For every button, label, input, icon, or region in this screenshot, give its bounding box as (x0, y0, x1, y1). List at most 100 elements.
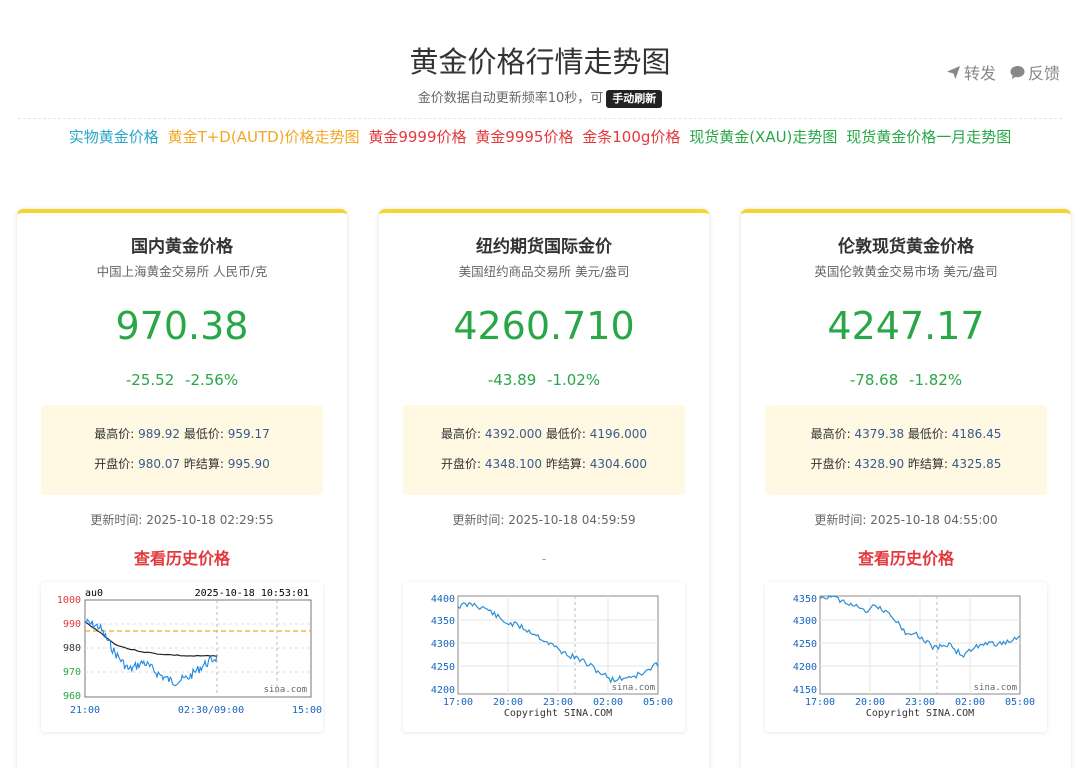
y-tick: 4400 (431, 594, 455, 605)
chart-copyright: Copyright SINA.COM (866, 708, 974, 719)
open-label: 开盘价: (94, 457, 135, 471)
nav-links: 实物黄金价格 黄金T+D(AUTD)价格走势图 黄金9999价格 黄金9995价… (0, 125, 1080, 149)
update-frequency-text: 金价数据自动更新频率10秒，可 (417, 91, 604, 106)
open-label: 开盘价: (440, 457, 481, 471)
update-time-label: 更新时间: (814, 513, 871, 527)
feedback-button[interactable]: 反馈 (1010, 60, 1060, 84)
update-time-value: 2025-10-18 04:59:59 (508, 513, 636, 527)
nav-link-physical-gold[interactable]: 实物黄金价格 (69, 128, 159, 146)
x-tick: 20:00 (493, 697, 523, 708)
update-time-value: 2025-10-18 02:29:55 (146, 513, 274, 527)
nav-link-gold-9999[interactable]: 黄金9999价格 (368, 128, 466, 146)
low-value: 4186.45 (951, 427, 1002, 441)
y-tick: 4200 (431, 685, 455, 696)
chart-watermark: sina.com (974, 683, 1017, 693)
y-tick: 4350 (431, 616, 455, 627)
nav-link-xau-chart[interactable]: 现货黄金(XAU)走势图 (689, 128, 837, 146)
y-tick: 990 (63, 619, 81, 630)
prev-label: 昨结算: (907, 457, 948, 471)
y-tick: 4250 (793, 639, 817, 650)
change-amount: -25.52 (125, 371, 175, 389)
page-title: 黄金价格行情走势图 (409, 45, 671, 79)
chart-watermark: sina.com (612, 683, 655, 693)
high-value: 4379.38 (854, 427, 905, 441)
nav-link-spot-gold-month[interactable]: 现货黄金价格一月走势图 (846, 128, 1011, 146)
high-value: 989.92 (138, 427, 181, 441)
y-tick: 4350 (793, 594, 817, 605)
y-tick: 4200 (793, 662, 817, 673)
intraday-chart-svg: 4400 4350 4300 4250 4200 sina.com 17:00 … (403, 582, 685, 732)
card-subtitle: 英国伦敦黄金交易市场 美元/盎司 (814, 264, 998, 279)
chart-watermark: sina.com (264, 685, 307, 695)
change-amount: -78.68 (849, 371, 899, 389)
x-tick: 05:00 (643, 697, 673, 708)
change-percent: -2.56% (185, 371, 239, 389)
topbar-actions: 转发 反馈 (946, 60, 1060, 84)
y-tick: 4250 (431, 662, 455, 673)
update-time: 更新时间: 2025-10-18 04:55:00 (741, 511, 1071, 529)
update-time-value: 2025-10-18 04:55:00 (870, 513, 998, 527)
prev-value: 4325.85 (951, 457, 1002, 471)
card-london-spot-gold: 伦敦现货黄金价格 英国伦敦黄金交易市场 美元/盎司 4247.17 -78.68… (741, 209, 1071, 769)
price-change: -43.89 -1.02% (379, 369, 709, 391)
chat-bubble-icon (1010, 65, 1025, 79)
chart-timestamp: 2025-10-18 10:53:01 (195, 588, 309, 599)
x-tick: 17:00 (805, 697, 835, 708)
share-button[interactable]: 转发 (946, 60, 996, 84)
x-tick: 21:00 (70, 705, 100, 716)
prev-value: 995.90 (227, 457, 270, 471)
high-label: 最高价: (440, 427, 481, 441)
x-tick: 05:00 (1005, 697, 1035, 708)
page-subtitle: 金价数据自动更新频率10秒，可 手动刷新 (0, 88, 1080, 110)
card-subtitle: 中国上海黄金交易所 人民币/克 (96, 264, 268, 279)
view-history-link[interactable]: 查看历史价格 (741, 548, 1071, 570)
price-stats: 最高价: 4379.38 最低价: 4186.45 开盘价: 4328.90 昨… (765, 405, 1047, 495)
low-label: 最低价: (183, 427, 224, 441)
card-domestic-gold: 国内黄金价格 中国上海黄金交易所 人民币/克 970.38 -25.52 -2.… (17, 209, 347, 769)
manual-refresh-button[interactable]: 手动刷新 (606, 90, 663, 108)
card-ny-futures-gold: 纽约期货国际金价 美国纽约商品交易所 美元/盎司 4260.710 -43.89… (379, 209, 709, 769)
current-price: 4247.17 (827, 304, 985, 348)
prev-value: 4304.600 (589, 457, 648, 471)
update-time-label: 更新时间: (452, 513, 509, 527)
y-tick: 980 (63, 643, 81, 654)
x-tick: 17:00 (443, 697, 473, 708)
low-value: 959.17 (227, 427, 270, 441)
open-value: 4328.90 (854, 457, 905, 471)
prev-label: 昨结算: (183, 457, 224, 471)
nav-link-gold-bar-100g[interactable]: 金条100g价格 (582, 128, 680, 146)
low-label: 最低价: (907, 427, 948, 441)
x-tick: 23:00 (905, 697, 935, 708)
price-stats: 最高价: 4392.000 最低价: 4196.000 开盘价: 4348.10… (403, 405, 685, 495)
price-chart: au0 2025-10-18 10:53:01 1000 990 980 970… (41, 582, 323, 732)
open-value: 4348.100 (484, 457, 543, 471)
history-placeholder: - (541, 552, 547, 566)
x-tick: 15:00 (292, 705, 322, 716)
high-value: 4392.000 (484, 427, 543, 441)
nav-link-autd[interactable]: 黄金T+D(AUTD)价格走势图 (168, 128, 360, 146)
view-history-link[interactable]: 查看历史价格 (17, 548, 347, 570)
update-time-label: 更新时间: (90, 513, 147, 527)
y-tick: 960 (63, 691, 81, 702)
low-value: 4196.000 (589, 427, 648, 441)
share-label: 转发 (963, 64, 996, 83)
x-tick: 02:00 (955, 697, 985, 708)
change-percent: -1.02% (547, 371, 601, 389)
y-tick: 970 (63, 667, 81, 678)
card-title: 纽约期货国际金价 (476, 237, 612, 257)
chart-symbol: au0 (85, 588, 103, 599)
update-time: 更新时间: 2025-10-18 02:29:55 (17, 511, 347, 529)
y-tick: 4300 (431, 639, 455, 650)
y-tick: 4150 (793, 685, 817, 696)
card-title: 国内黄金价格 (131, 237, 233, 257)
y-tick: 4300 (793, 616, 817, 627)
nav-link-gold-9995[interactable]: 黄金9995价格 (475, 128, 573, 146)
chart-copyright: Copyright SINA.COM (504, 708, 612, 719)
update-time: 更新时间: 2025-10-18 04:59:59 (379, 511, 709, 529)
price-stats: 最高价: 989.92 最低价: 959.17 开盘价: 980.07 昨结算:… (41, 405, 323, 495)
share-icon (946, 65, 961, 79)
header-divider (18, 118, 1062, 119)
x-tick: 20:00 (855, 697, 885, 708)
price-change: -78.68 -1.82% (741, 369, 1071, 391)
current-price: 970.38 (115, 304, 249, 348)
